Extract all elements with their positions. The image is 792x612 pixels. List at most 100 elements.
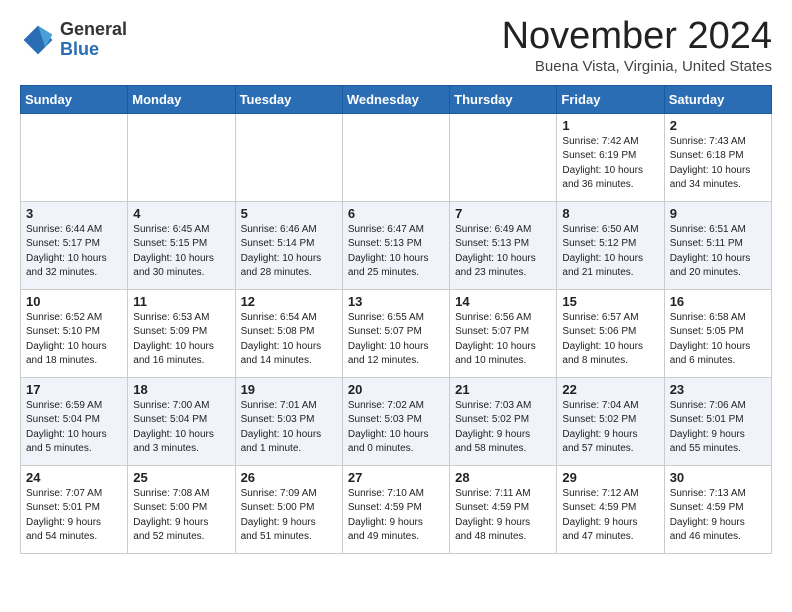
- day-number: 13: [348, 294, 444, 309]
- logo-text: General Blue: [60, 20, 127, 60]
- day-number: 28: [455, 470, 551, 485]
- day-cell: 16 Sunrise: 6:58 AM Sunset: 5:05 PM Dayli…: [664, 289, 771, 377]
- day-number: 8: [562, 206, 658, 221]
- day-info: Sunrise: 7:08 AM Sunset: 5:00 PM Dayligh…: [133, 487, 229, 545]
- day-cell: [128, 113, 235, 201]
- day-number: 11: [133, 294, 229, 309]
- day-cell: 17 Sunrise: 6:59 AM Sunset: 5:04 PM Dayli…: [21, 377, 128, 465]
- day-info: Sunrise: 6:45 AM Sunset: 5:15 PM Dayligh…: [133, 223, 229, 281]
- week-row-3: 10Sunrise: 6:52 AM Sunset: 5:10 PM Dayli…: [21, 289, 772, 377]
- day-info: Sunrise: 6:53 AM Sunset: 5:09 PM Dayligh…: [133, 311, 229, 369]
- logo-blue-text: Blue: [60, 40, 127, 60]
- day-info: Sunrise: 7:00 AM Sunset: 5:04 PM Dayligh…: [133, 399, 229, 457]
- day-info: Sunrise: 7:03 AM Sunset: 5:02 PM Dayligh…: [455, 399, 551, 457]
- day-cell: 3 Sunrise: 6:44 AM Sunset: 5:17 PM Daylig…: [21, 201, 128, 289]
- day-cell: 24 Sunrise: 7:07 AM Sunset: 5:01 PM Dayli…: [21, 465, 128, 553]
- week-row-4: 17 Sunrise: 6:59 AM Sunset: 5:04 PM Dayli…: [21, 377, 772, 465]
- day-info: Sunrise: 6:54 AM Sunset: 5:08 PM Dayligh…: [241, 311, 337, 369]
- day-info: Sunrise: 7:02 AM Sunset: 5:03 PM Dayligh…: [348, 399, 444, 457]
- day-number: 21: [455, 382, 551, 397]
- day-cell: [450, 113, 557, 201]
- day-info: Sunrise: 6:47 AM Sunset: 5:13 PM Dayligh…: [348, 223, 444, 281]
- calendar-table: SundayMondayTuesdayWednesdayThursdayFrid…: [20, 85, 772, 554]
- day-cell: 29Sunrise: 7:12 AM Sunset: 4:59 PM Dayli…: [557, 465, 664, 553]
- day-cell: 11 Sunrise: 6:53 AM Sunset: 5:09 PM Dayli…: [128, 289, 235, 377]
- day-cell: 30Sunrise: 7:13 AM Sunset: 4:59 PM Dayli…: [664, 465, 771, 553]
- week-row-2: 3 Sunrise: 6:44 AM Sunset: 5:17 PM Daylig…: [21, 201, 772, 289]
- day-cell: [235, 113, 342, 201]
- day-number: 5: [241, 206, 337, 221]
- day-number: 1: [562, 118, 658, 133]
- day-number: 17: [26, 382, 122, 397]
- day-number: 2: [670, 118, 766, 133]
- day-cell: 19Sunrise: 7:01 AM Sunset: 5:03 PM Dayli…: [235, 377, 342, 465]
- day-number: 26: [241, 470, 337, 485]
- logo-general-text: General: [60, 20, 127, 40]
- day-number: 27: [348, 470, 444, 485]
- day-number: 29: [562, 470, 658, 485]
- day-number: 14: [455, 294, 551, 309]
- day-info: Sunrise: 6:49 AM Sunset: 5:13 PM Dayligh…: [455, 223, 551, 281]
- day-cell: 10Sunrise: 6:52 AM Sunset: 5:10 PM Dayli…: [21, 289, 128, 377]
- day-info: Sunrise: 7:42 AM Sunset: 6:19 PM Dayligh…: [562, 135, 658, 193]
- day-info: Sunrise: 7:07 AM Sunset: 5:01 PM Dayligh…: [26, 487, 122, 545]
- day-number: 3: [26, 206, 122, 221]
- day-number: 23: [670, 382, 766, 397]
- day-number: 18: [133, 382, 229, 397]
- title-block: November 2024 Buena Vista, Virginia, Uni…: [502, 16, 772, 75]
- day-number: 30: [670, 470, 766, 485]
- header-row: SundayMondayTuesdayWednesdayThursdayFrid…: [21, 85, 772, 113]
- day-cell: 9Sunrise: 6:51 AM Sunset: 5:11 PM Daylig…: [664, 201, 771, 289]
- main-title: November 2024: [502, 16, 772, 58]
- day-cell: 14Sunrise: 6:56 AM Sunset: 5:07 PM Dayli…: [450, 289, 557, 377]
- day-info: Sunrise: 7:10 AM Sunset: 4:59 PM Dayligh…: [348, 487, 444, 545]
- day-number: 12: [241, 294, 337, 309]
- day-cell: 15 Sunrise: 6:57 AM Sunset: 5:06 PM Dayli…: [557, 289, 664, 377]
- day-cell: 2 Sunrise: 7:43 AM Sunset: 6:18 PM Daylig…: [664, 113, 771, 201]
- day-cell: 4 Sunrise: 6:45 AM Sunset: 5:15 PM Daylig…: [128, 201, 235, 289]
- day-number: 16: [670, 294, 766, 309]
- day-number: 25: [133, 470, 229, 485]
- day-info: Sunrise: 6:44 AM Sunset: 5:17 PM Dayligh…: [26, 223, 122, 281]
- week-row-5: 24 Sunrise: 7:07 AM Sunset: 5:01 PM Dayli…: [21, 465, 772, 553]
- day-cell: 7 Sunrise: 6:49 AM Sunset: 5:13 PM Daylig…: [450, 201, 557, 289]
- col-header-wednesday: Wednesday: [342, 85, 449, 113]
- day-number: 20: [348, 382, 444, 397]
- col-header-saturday: Saturday: [664, 85, 771, 113]
- day-info: Sunrise: 6:58 AM Sunset: 5:05 PM Dayligh…: [670, 311, 766, 369]
- day-cell: 23 Sunrise: 7:06 AM Sunset: 5:01 PM Dayli…: [664, 377, 771, 465]
- col-header-monday: Monday: [128, 85, 235, 113]
- day-number: 15: [562, 294, 658, 309]
- day-cell: 22 Sunrise: 7:04 AM Sunset: 5:02 PM Dayli…: [557, 377, 664, 465]
- week-row-1: 1 Sunrise: 7:42 AM Sunset: 6:19 PM Daylig…: [21, 113, 772, 201]
- day-cell: 5 Sunrise: 6:46 AM Sunset: 5:14 PM Daylig…: [235, 201, 342, 289]
- day-number: 6: [348, 206, 444, 221]
- day-cell: 26 Sunrise: 7:09 AM Sunset: 5:00 PM Dayli…: [235, 465, 342, 553]
- day-info: Sunrise: 6:46 AM Sunset: 5:14 PM Dayligh…: [241, 223, 337, 281]
- day-cell: 21 Sunrise: 7:03 AM Sunset: 5:02 PM Dayli…: [450, 377, 557, 465]
- day-cell: [21, 113, 128, 201]
- day-info: Sunrise: 7:09 AM Sunset: 5:00 PM Dayligh…: [241, 487, 337, 545]
- day-cell: 8 Sunrise: 6:50 AM Sunset: 5:12 PM Daylig…: [557, 201, 664, 289]
- col-header-friday: Friday: [557, 85, 664, 113]
- col-header-tuesday: Tuesday: [235, 85, 342, 113]
- day-info: Sunrise: 6:55 AM Sunset: 5:07 PM Dayligh…: [348, 311, 444, 369]
- day-number: 4: [133, 206, 229, 221]
- day-info: Sunrise: 6:52 AM Sunset: 5:10 PM Dayligh…: [26, 311, 122, 369]
- day-info: Sunrise: 7:01 AM Sunset: 5:03 PM Dayligh…: [241, 399, 337, 457]
- day-info: Sunrise: 7:43 AM Sunset: 6:18 PM Dayligh…: [670, 135, 766, 193]
- day-cell: 20 Sunrise: 7:02 AM Sunset: 5:03 PM Dayli…: [342, 377, 449, 465]
- day-cell: 1 Sunrise: 7:42 AM Sunset: 6:19 PM Daylig…: [557, 113, 664, 201]
- day-info: Sunrise: 6:57 AM Sunset: 5:06 PM Dayligh…: [562, 311, 658, 369]
- day-info: Sunrise: 7:04 AM Sunset: 5:02 PM Dayligh…: [562, 399, 658, 457]
- header: General Blue November 2024 Buena Vista, …: [20, 16, 772, 75]
- day-cell: 12 Sunrise: 6:54 AM Sunset: 5:08 PM Dayli…: [235, 289, 342, 377]
- day-info: Sunrise: 6:50 AM Sunset: 5:12 PM Dayligh…: [562, 223, 658, 281]
- day-number: 22: [562, 382, 658, 397]
- day-info: Sunrise: 6:59 AM Sunset: 5:04 PM Dayligh…: [26, 399, 122, 457]
- day-info: Sunrise: 7:06 AM Sunset: 5:01 PM Dayligh…: [670, 399, 766, 457]
- page: General Blue November 2024 Buena Vista, …: [0, 0, 792, 570]
- day-number: 9: [670, 206, 766, 221]
- day-number: 24: [26, 470, 122, 485]
- day-number: 7: [455, 206, 551, 221]
